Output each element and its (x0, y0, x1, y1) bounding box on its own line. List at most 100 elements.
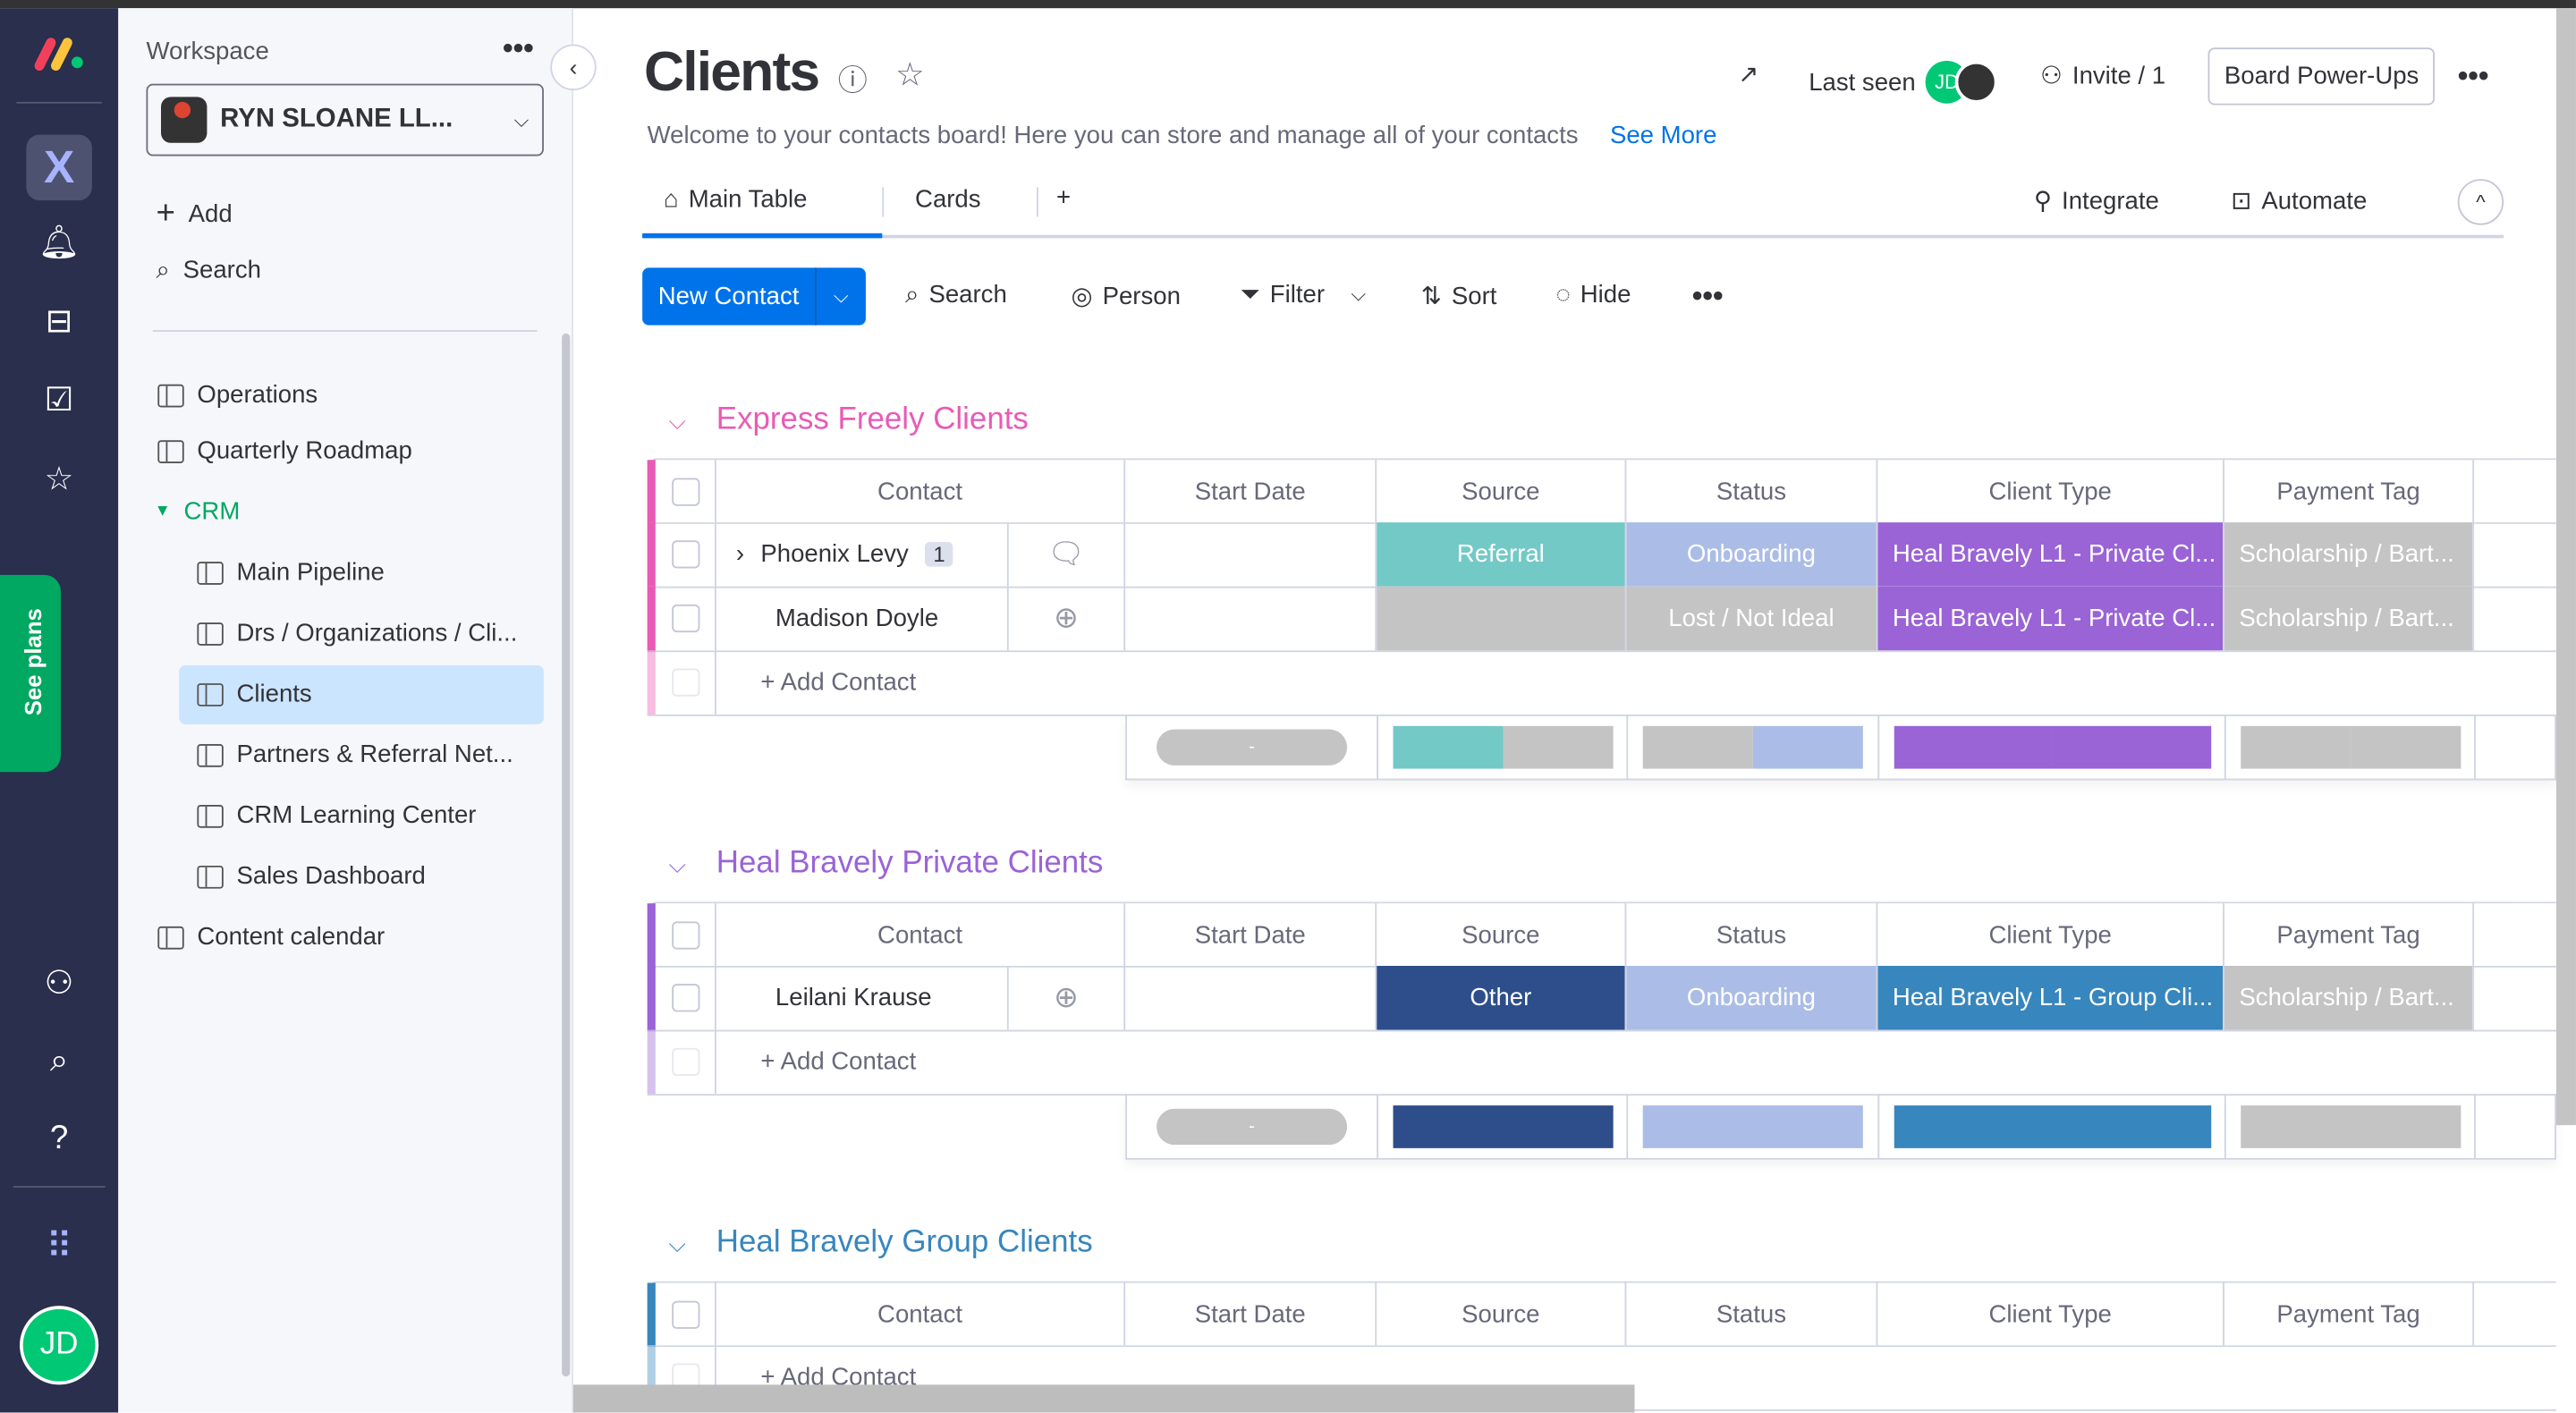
table-row[interactable]: Madison Doyle ⊕ Lost / Not Ideal Heal Br… (647, 586, 2556, 653)
group-title[interactable]: Heal Bravely Private Clients (716, 846, 1104, 882)
source-cell[interactable] (1377, 586, 1627, 651)
automate-button[interactable]: ⊡ Automate (2231, 186, 2367, 215)
add-contact-row[interactable]: + Add Contact (647, 650, 2556, 716)
status-cell[interactable]: Onboarding (1626, 522, 1878, 587)
add-view-button[interactable]: + (1056, 184, 1071, 212)
column-header[interactable]: Status (1626, 1282, 1878, 1346)
contact-name-cell[interactable]: Madison Doyle (716, 586, 1009, 651)
column-header[interactable]: Payment Tag (2224, 903, 2475, 966)
group-title[interactable]: Express Freely Clients (716, 402, 1029, 438)
status-cell[interactable]: Lost / Not Ideal (1626, 586, 1878, 651)
workspace-more-icon[interactable]: ••• (503, 31, 534, 66)
status-cell[interactable]: Onboarding (1626, 965, 1878, 1030)
select-all-checkbox[interactable] (656, 1282, 716, 1346)
horizontal-scrollbar[interactable] (573, 1384, 1635, 1413)
column-header[interactable]: Client Type (1877, 903, 2224, 966)
workspace-selector[interactable]: RYN SLOANE LL... ⌵ (146, 83, 544, 157)
integrate-button[interactable]: ⚲ Integrate (2034, 186, 2159, 215)
row-checkbox[interactable] (656, 586, 716, 651)
sidebar-item-content-calendar[interactable]: Content calendar (157, 923, 385, 951)
row-checkbox[interactable] (656, 965, 716, 1030)
filter-button[interactable]: ⏷ Filter ⌵ (1241, 281, 1366, 309)
sort-button[interactable]: ⇅ Sort (1421, 281, 1497, 310)
payment-summary[interactable] (2226, 714, 2476, 779)
column-header[interactable]: Status (1626, 460, 1878, 523)
contact-name-cell[interactable]: › Phoenix Levy 1 (716, 522, 1009, 587)
sidebar-item-main-pipeline[interactable]: Main Pipeline (197, 558, 385, 587)
row-checkbox[interactable] (656, 522, 716, 587)
status-summary[interactable] (1628, 1094, 1880, 1158)
chevron-down-icon[interactable]: ⌵ (1351, 283, 1366, 308)
sidebar-item-operations[interactable]: Operations (157, 381, 318, 409)
column-header[interactable]: Client Type (1877, 1282, 2224, 1346)
source-summary[interactable] (1378, 1094, 1629, 1158)
tab-main-table[interactable]: ⌂ Main Table (664, 186, 807, 214)
search-button[interactable]: ⌕ Search (156, 257, 260, 284)
column-header-contact[interactable]: Contact (716, 903, 1126, 966)
sidebar-item-quarterly-roadmap[interactable]: Quarterly Roadmap (157, 437, 412, 465)
search-button[interactable]: ⌕ Search (905, 281, 1007, 309)
payment-summary[interactable] (2226, 1094, 2476, 1158)
source-cell[interactable]: Other (1377, 965, 1627, 1030)
column-header-contact[interactable]: Contact (716, 1282, 1126, 1346)
subitems-count-badge[interactable]: 1 (925, 542, 953, 567)
new-contact-button[interactable]: New Contact ⌵ (642, 267, 866, 326)
help-icon[interactable]: ? (33, 1112, 86, 1164)
add-button[interactable]: + Add (156, 196, 232, 233)
see-plans-button[interactable]: See plans (0, 574, 61, 773)
group-title[interactable]: Heal Bravely Group Clients (716, 1225, 1093, 1261)
board-power-ups-button[interactable]: Board Power-Ups (2207, 47, 2436, 106)
table-row[interactable]: › Phoenix Levy 1 🗨︎ Referral Onboarding … (647, 522, 2556, 588)
column-header[interactable]: Source (1377, 1282, 1627, 1346)
chevron-down-icon[interactable]: ⌵ (817, 267, 866, 325)
hide-button[interactable]: ◌ Hide (1555, 281, 1631, 309)
group-collapse-chevron-icon[interactable]: ⌵ (669, 408, 687, 436)
source-cell[interactable]: Referral (1377, 522, 1627, 587)
add-column-cell[interactable] (2474, 903, 2556, 966)
column-header-contact[interactable]: Contact (716, 460, 1126, 523)
start-date-cell[interactable] (1125, 586, 1377, 651)
tab-cards[interactable]: Cards (915, 186, 980, 214)
column-header[interactable]: Client Type (1877, 460, 2224, 523)
column-header[interactable]: Source (1377, 460, 1627, 523)
more-options-icon[interactable]: ••• (2458, 59, 2489, 94)
start-date-cell[interactable] (1125, 965, 1377, 1030)
table-row[interactable]: Leilani Krause ⊕ Other Onboarding Heal B… (647, 965, 2556, 1032)
source-summary[interactable] (1378, 714, 1629, 779)
add-column-cell[interactable] (2474, 1282, 2556, 1345)
column-header[interactable]: Start Date (1125, 460, 1377, 523)
person-filter-button[interactable]: ◎ Person (1072, 281, 1181, 310)
activity-icon[interactable]: ↗ (1738, 59, 1758, 89)
start-date-cell[interactable] (1125, 522, 1377, 587)
sidebar-item-crm-learning-center[interactable]: CRM Learning Center (197, 801, 476, 830)
add-column-cell[interactable] (2474, 460, 2556, 522)
apps-grid-icon[interactable]: ⠿ (33, 1221, 86, 1273)
workspace-x-icon[interactable]: X (26, 134, 92, 201)
column-header[interactable]: Start Date (1125, 903, 1377, 966)
payment-tag-cell[interactable]: Scholarship / Bart... (2224, 965, 2475, 1030)
user-avatar[interactable]: JD (20, 1306, 99, 1385)
select-all-checkbox[interactable] (656, 460, 716, 523)
updates-cell[interactable]: 🗨︎ (1009, 522, 1126, 587)
client-type-summary[interactable] (1879, 1094, 2226, 1158)
invite-button[interactable]: ⚇ Invite / 1 (2040, 61, 2165, 90)
sidebar-folder-crm[interactable]: ▼ CRM (155, 498, 241, 526)
sidebar-item-partners[interactable]: Partners & Referral Net... (197, 740, 513, 769)
group-collapse-chevron-icon[interactable]: ⌵ (669, 1231, 687, 1258)
last-seen-button[interactable]: Last seen JD (1809, 60, 1998, 104)
contact-name-cell[interactable]: Leilani Krause (716, 965, 1009, 1030)
collapse-header-button[interactable]: ^ (2457, 179, 2504, 225)
star-icon[interactable]: ☆ (895, 55, 925, 96)
payment-tag-cell[interactable]: Scholarship / Bart... (2224, 522, 2475, 587)
bell-icon[interactable]: 🔔︎ (33, 216, 86, 269)
sidebar-item-clients[interactable]: Clients (197, 680, 312, 708)
column-header[interactable]: Payment Tag (2224, 460, 2475, 523)
add-contact-input[interactable]: + Add Contact (716, 1030, 2556, 1095)
sidebar-item-sales-dashboard[interactable]: Sales Dashboard (197, 862, 426, 890)
client-type-cell[interactable]: Heal Bravely L1 - Private Cl... (1877, 522, 2224, 587)
add-contact-row[interactable]: + Add Contact (647, 1029, 2556, 1096)
toolbar-more-icon[interactable]: ••• (1692, 279, 1724, 314)
collapse-sidebar-button[interactable]: ‹ (550, 44, 597, 91)
favorites-star-icon[interactable]: ☆ (33, 453, 86, 506)
payment-tag-cell[interactable]: Scholarship / Bart... (2224, 586, 2475, 651)
